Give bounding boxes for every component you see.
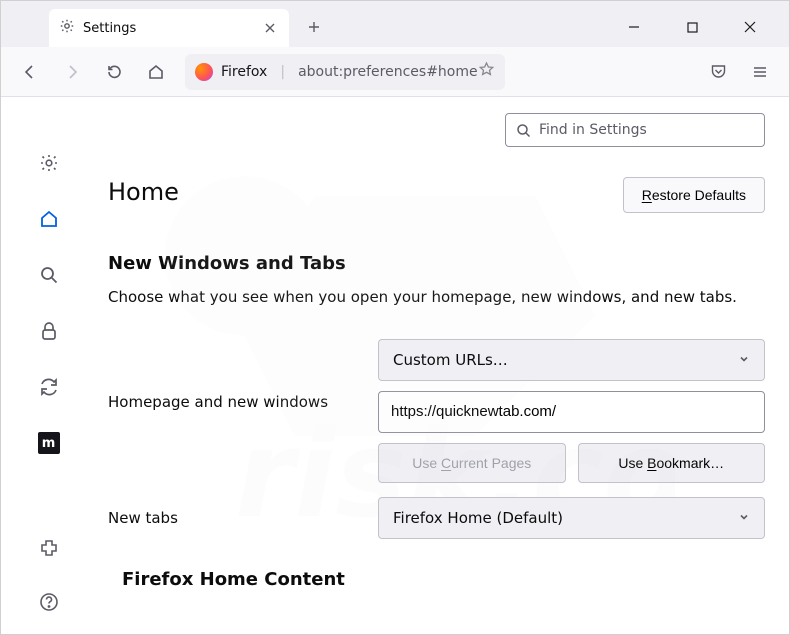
new-tab-button[interactable] <box>299 12 329 42</box>
use-bookmark-button[interactable]: Use Bookmark… <box>578 443 766 483</box>
sidebar-search-icon[interactable] <box>37 263 61 287</box>
window-controls <box>617 12 789 42</box>
sidebar-sync-icon[interactable] <box>37 375 61 399</box>
url-identity-label: Firefox <box>221 64 267 80</box>
chevron-down-icon <box>738 351 750 369</box>
homepage-mode-select[interactable]: Custom URLs… <box>378 339 765 381</box>
browser-tab[interactable]: Settings <box>49 9 289 47</box>
find-in-settings-input[interactable]: Find in Settings <box>505 113 765 147</box>
homepage-label: Homepage and new windows <box>108 339 378 411</box>
tab-strip: Settings <box>1 1 789 47</box>
newtabs-label: New tabs <box>108 509 378 527</box>
homepage-url-input[interactable] <box>378 391 765 433</box>
section2-title: Firefox Home Content <box>122 569 765 590</box>
sidebar-more-icon[interactable]: m <box>37 431 61 455</box>
url-identity: Firefox | about:preferences#home <box>195 63 478 81</box>
search-icon <box>516 123 531 138</box>
forward-button[interactable] <box>55 55 89 89</box>
back-button[interactable] <box>13 55 47 89</box>
use-current-pages-button[interactable]: Use Current Pages <box>378 443 566 483</box>
section-description: Choose what you see when you open your h… <box>108 286 765 309</box>
reload-button[interactable] <box>97 55 131 89</box>
url-path: about:preferences#home <box>298 64 478 80</box>
tab-title: Settings <box>83 21 253 36</box>
newtabs-value: Firefox Home (Default) <box>393 509 563 527</box>
sidebar-extensions-icon[interactable] <box>37 536 61 560</box>
section-title: New Windows and Tabs <box>108 253 765 274</box>
find-placeholder: Find in Settings <box>539 122 647 138</box>
close-window-button[interactable] <box>733 12 767 42</box>
bookmark-star-icon[interactable] <box>478 61 495 82</box>
main-content: Find in Settings Home RRestore Defaultse… <box>96 97 789 634</box>
sidebar-privacy-icon[interactable] <box>37 319 61 343</box>
maximize-button[interactable] <box>675 12 709 42</box>
menu-icon[interactable] <box>743 55 777 89</box>
sidebar-help-icon[interactable] <box>37 590 61 614</box>
home-button[interactable] <box>139 55 173 89</box>
pocket-icon[interactable] <box>701 55 735 89</box>
chevron-down-icon <box>738 509 750 527</box>
sidebar: m <box>1 97 96 634</box>
minimize-button[interactable] <box>617 12 651 42</box>
sidebar-general-icon[interactable] <box>37 151 61 175</box>
page-title: Home <box>108 178 179 206</box>
newtabs-select[interactable]: Firefox Home (Default) <box>378 497 765 539</box>
url-bar[interactable]: Firefox | about:preferences#home <box>185 54 505 90</box>
restore-defaults-button[interactable]: RRestore Defaultsestore Defaults <box>623 177 765 213</box>
close-tab-icon[interactable] <box>261 19 279 37</box>
homepage-mode-value: Custom URLs… <box>393 351 508 369</box>
sidebar-home-icon[interactable] <box>37 207 61 231</box>
gear-icon <box>59 18 75 38</box>
firefox-logo-icon <box>195 63 213 81</box>
toolbar: Firefox | about:preferences#home <box>1 47 789 97</box>
